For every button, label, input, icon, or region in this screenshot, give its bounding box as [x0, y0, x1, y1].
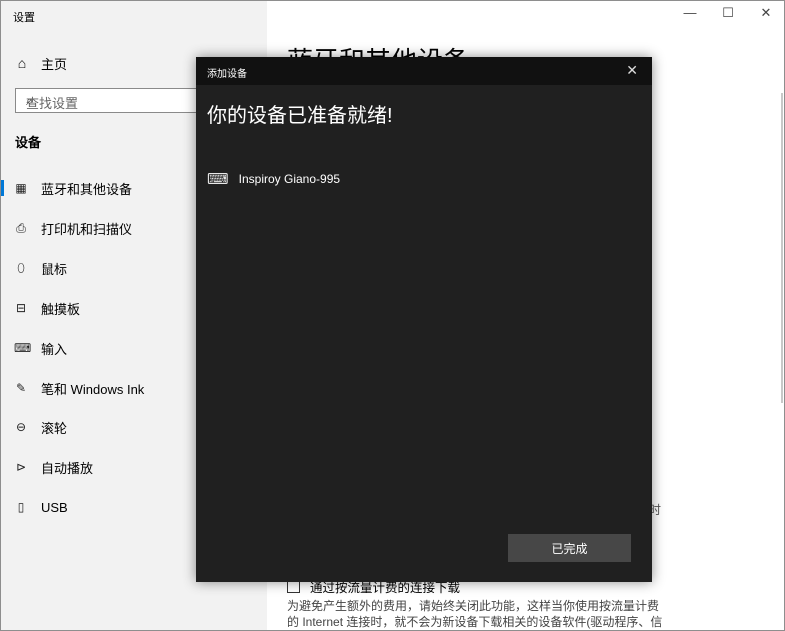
sidebar-item-label: 蓝牙和其他设备 — [41, 181, 133, 197]
pen-icon: ✎ — [15, 381, 27, 395]
sidebar-item-label: 鼠标 — [41, 261, 68, 277]
usb-icon: ▯ — [17, 500, 25, 514]
scrollbar[interactable] — [781, 93, 783, 403]
minimize-icon[interactable]: — — [680, 5, 700, 20]
dialog-heading: 你的设备已准备就绪! — [207, 105, 393, 127]
sidebar-item-label: 滚轮 — [41, 420, 68, 436]
keyboard-device-icon: ⌨ — [207, 171, 229, 188]
printer-icon: ⎙ — [16, 220, 26, 235]
metered-description: 为避免产生额外的费用，请始终关闭此功能，这样当你使用按流量计费的 Interne… — [287, 599, 663, 629]
sidebar-item-label: 笔和 Windows Ink — [41, 381, 145, 397]
autoplay-icon: ⊳ — [15, 460, 27, 474]
dialog-title: 添加设备 — [207, 69, 247, 80]
touchpad-icon: ⊟ — [15, 301, 27, 315]
maximize-icon[interactable]: ☐ — [718, 5, 738, 21]
sidebar-item-label: 输入 — [41, 341, 68, 357]
dialog-titlebar: 添加设备 ✕ — [196, 57, 652, 85]
window-title: 设置 — [13, 12, 35, 24]
add-device-dialog: 添加设备 ✕ 你的设备已准备就绪! ⌨ Inspiroy Giano-995 已… — [196, 57, 652, 582]
device-item: ⌨ Inspiroy Giano-995 — [207, 170, 340, 188]
device-name: Inspiroy Giano-995 — [238, 172, 341, 186]
home-label: 主页 — [41, 56, 68, 72]
settings-window: 设置 ⌂ 主页 查找设置 ⌕ 设备 ▦ 蓝牙和其他设备 ⎙ 打印机和扫描仪 ⬯ … — [0, 0, 785, 631]
home-icon: ⌂ — [17, 55, 27, 71]
done-button[interactable]: 已完成 — [508, 534, 631, 562]
sidebar-item-label: USB — [41, 499, 68, 515]
bluetooth-devices-icon: ▦ — [15, 181, 27, 195]
keyboard-icon: ⌨ — [14, 341, 32, 355]
sidebar-item-label: 打印机和扫描仪 — [41, 221, 133, 237]
mouse-icon: ⬯ — [17, 260, 25, 275]
section-title: 设备 — [15, 135, 42, 150]
home-nav[interactable]: ⌂ 主页 — [15, 53, 67, 73]
dialog-close-icon[interactable]: ✕ — [626, 62, 638, 79]
close-icon[interactable]: ✕ — [756, 5, 776, 21]
wheel-icon: ⊖ — [15, 420, 27, 434]
sidebar-item-label: 触摸板 — [41, 301, 81, 317]
sidebar-item-label: 自动播放 — [41, 460, 94, 476]
